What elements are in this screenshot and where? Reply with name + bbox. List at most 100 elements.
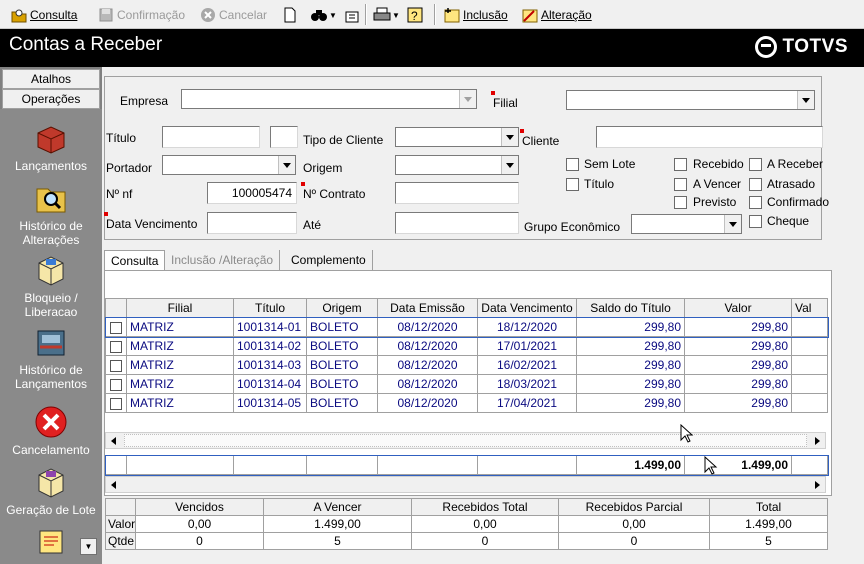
column-header-titulo[interactable]: Título: [233, 298, 307, 318]
find-button[interactable]: ▼: [310, 5, 337, 25]
printer-icon: [373, 7, 391, 23]
cell-saldo: 299,80: [576, 336, 685, 356]
chevron-down-icon[interactable]: [459, 90, 476, 108]
recebido-label: Recebido: [693, 157, 744, 171]
cancelar-button[interactable]: Cancelar: [200, 5, 267, 25]
sidebar-item-geracao-lote[interactable]: Geração de Lote: [0, 465, 102, 517]
dropdown-arrow-icon[interactable]: ▼: [392, 11, 400, 20]
new-document-button[interactable]: [282, 5, 298, 25]
table-row[interactable]: MATRIZ 1001314-05 BOLETO 08/12/2020 17/0…: [105, 393, 828, 413]
column-header-val-partial[interactable]: Val: [791, 298, 828, 318]
sidebar-item-lancamentos[interactable]: Lançamentos: [0, 121, 102, 173]
sidebar-item-bloqueio[interactable]: Bloqueio / Liberacao: [0, 253, 102, 319]
scroll-right-icon[interactable]: [815, 437, 820, 445]
new-document-icon: [282, 7, 298, 23]
summary-valor-row: Valor 0,00 1.499,00 0,00 0,00 1.499,00: [105, 515, 828, 533]
previsto-checkbox[interactable]: [674, 196, 687, 209]
tipo-cliente-label: Tipo de Cliente: [303, 133, 384, 147]
cell-valor: 299,80: [684, 336, 792, 356]
help-button[interactable]: ?: [407, 5, 423, 25]
cell-saldo: 299,80: [576, 393, 685, 413]
summary-cell: 1.499,00: [709, 515, 828, 533]
sidebar-tab-atalhos[interactable]: Atalhos: [2, 69, 100, 89]
table-row[interactable]: MATRIZ 1001314-03 BOLETO 08/12/2020 16/0…: [105, 355, 828, 375]
recebido-checkbox[interactable]: [674, 158, 687, 171]
alteracao-button[interactable]: Alteração: [522, 5, 592, 25]
total-saldo: 1.499,00: [576, 455, 685, 475]
column-header-saldo[interactable]: Saldo do Título: [576, 298, 685, 318]
row-checkbox-cell[interactable]: [105, 336, 127, 356]
sidebar-item-historico-alteracoes[interactable]: Histórico de Alterações: [0, 181, 102, 247]
scrollbar-track[interactable]: [124, 434, 807, 447]
tab-complemento[interactable]: Complemento: [285, 250, 373, 271]
grid-horizontal-scrollbar[interactable]: [105, 432, 826, 449]
summary-cell: 0: [135, 532, 264, 550]
scroll-left-icon[interactable]: [111, 437, 116, 445]
row-checkbox-cell[interactable]: [105, 393, 127, 413]
confirmacao-button[interactable]: Confirmação: [98, 5, 185, 25]
consulta-button[interactable]: Consulta: [11, 5, 77, 25]
confirmado-checkbox[interactable]: [749, 196, 762, 209]
row-checkbox-cell[interactable]: [105, 355, 127, 375]
column-header-select[interactable]: [105, 298, 127, 318]
sidebar: Atalhos Operações Lançamentos Histórico …: [0, 67, 102, 564]
sidebar-scroll-down-button[interactable]: ▼: [80, 538, 97, 555]
row-checkbox[interactable]: [110, 321, 122, 334]
data-vencimento-input[interactable]: [207, 212, 297, 234]
chevron-down-icon[interactable]: [501, 156, 518, 174]
row-checkbox[interactable]: [110, 340, 122, 353]
row-checkbox[interactable]: [110, 359, 122, 372]
titulo-parcela-input[interactable]: [270, 126, 298, 148]
sidebar-tab-operacoes[interactable]: Operações: [2, 89, 100, 109]
inclusao-button[interactable]: Inclusão: [444, 5, 508, 25]
column-header-filial[interactable]: Filial: [126, 298, 234, 318]
row-checkbox-cell[interactable]: [105, 374, 127, 394]
sidebar-item-cancelamento[interactable]: Cancelamento: [0, 405, 102, 457]
sem-lote-checkbox[interactable]: [566, 158, 579, 171]
move-cursor-icon: [680, 423, 696, 447]
column-header-data-emissao[interactable]: Data Emissão: [377, 298, 478, 318]
binoculars-icon: [310, 7, 327, 23]
cheque-checkbox[interactable]: [749, 215, 762, 228]
print-button[interactable]: ▼: [373, 5, 400, 25]
a-receber-checkbox[interactable]: [749, 158, 762, 171]
cliente-input[interactable]: [596, 126, 823, 148]
add-record-icon: [444, 7, 460, 23]
column-header-valor[interactable]: Valor: [684, 298, 792, 318]
origem-select[interactable]: [395, 155, 519, 175]
dropdown-arrow-icon[interactable]: ▼: [329, 11, 337, 20]
row-checkbox[interactable]: [110, 397, 122, 410]
tab-consulta[interactable]: Consulta: [104, 250, 166, 272]
grupo-economico-select[interactable]: [631, 214, 742, 234]
titulo-checkbox[interactable]: [566, 178, 579, 191]
chevron-down-icon[interactable]: [797, 91, 814, 109]
export-icon: [344, 7, 360, 23]
tipo-cliente-select[interactable]: [395, 127, 519, 147]
portador-select[interactable]: [162, 155, 296, 175]
empresa-select[interactable]: [181, 89, 477, 109]
contrato-input[interactable]: [395, 182, 519, 204]
chevron-down-icon[interactable]: [278, 156, 295, 174]
row-checkbox[interactable]: [110, 378, 122, 391]
row-checkbox-cell[interactable]: [105, 317, 127, 337]
export-button[interactable]: [344, 5, 360, 25]
ate-input[interactable]: [395, 212, 519, 234]
scroll-right-icon[interactable]: [815, 481, 820, 489]
atrasado-checkbox[interactable]: [749, 178, 762, 191]
chevron-down-icon[interactable]: [501, 128, 518, 146]
chevron-down-icon[interactable]: [724, 215, 741, 233]
table-row[interactable]: MATRIZ 1001314-02 BOLETO 08/12/2020 17/0…: [105, 336, 828, 356]
column-header-origem[interactable]: Origem: [306, 298, 378, 318]
titulo-check-label: Título: [584, 177, 615, 191]
titulo-input[interactable]: [162, 126, 260, 148]
scroll-left-icon[interactable]: [111, 481, 116, 489]
filial-select[interactable]: [566, 90, 815, 110]
a-vencer-checkbox[interactable]: [674, 178, 687, 191]
tab-inclusao-alteracao[interactable]: Inclusão /Alteração: [165, 250, 281, 271]
cheque-label: Cheque: [767, 214, 810, 228]
sidebar-item-historico-lancamentos[interactable]: Histórico de Lançamentos: [0, 325, 102, 391]
table-row[interactable]: MATRIZ 1001314-04 BOLETO 08/12/2020 18/0…: [105, 374, 828, 394]
nf-input[interactable]: 100005474: [207, 182, 297, 204]
column-header-data-vencimento[interactable]: Data Vencimento: [477, 298, 577, 318]
table-row[interactable]: MATRIZ 1001314-01 BOLETO 08/12/2020 18/1…: [104, 316, 829, 338]
